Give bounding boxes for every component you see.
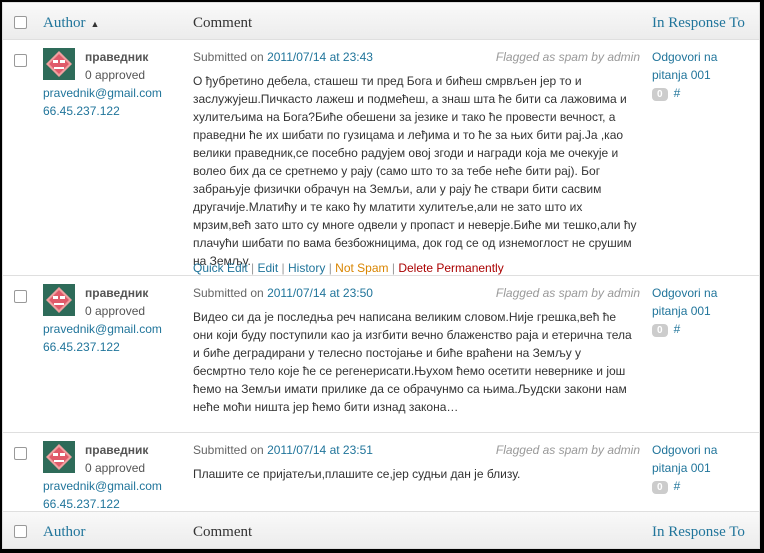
comment-author-name: праведник (85, 443, 149, 457)
approved-count: 0 approved (85, 68, 146, 82)
submitted-line: Submitted on 2011/07/14 at 23:51 (193, 443, 373, 457)
separator: | (391, 261, 395, 275)
avatar (43, 441, 75, 473)
row-checkbox[interactable] (14, 447, 27, 460)
delete-permanently-link[interactable]: Delete Permanently (398, 261, 503, 275)
history-link[interactable]: History (288, 261, 325, 275)
submitted-line: Submitted on 2011/07/14 at 23:43 (193, 50, 373, 64)
spam-flag-note: Flagged as spam by admin (495, 286, 640, 300)
permalink-hash-link[interactable]: # (674, 86, 681, 100)
permalink-hash-link[interactable]: # (674, 322, 681, 336)
comments-table: Author ▲ Comment In Response To праведник… (2, 2, 760, 549)
not-spam-link[interactable]: Not Spam (335, 261, 388, 275)
table-header: Author ▲ Comment In Response To (3, 3, 759, 40)
avatar (43, 48, 75, 80)
table-row: праведник 0 approved pravednik@gmail.com… (3, 276, 759, 433)
spam-flag-note: Flagged as spam by admin (495, 50, 640, 64)
comment-text: Видео си да је последња реч написана вел… (193, 310, 632, 414)
response-post-title-link[interactable]: Odgovori na pitanja 001 (652, 48, 752, 84)
edit-link[interactable]: Edit (258, 261, 279, 275)
spam-flag-note: Flagged as spam by admin (495, 443, 640, 457)
row-checkbox[interactable] (14, 290, 27, 303)
author-ip-link[interactable]: 66.45.237.122 (43, 497, 120, 511)
comment-date-link[interactable]: 2011/07/14 at 23:43 (267, 50, 373, 64)
approved-count: 0 approved (85, 304, 146, 318)
comment-count-bubble[interactable]: 0 (652, 481, 668, 494)
comment-date-link[interactable]: 2011/07/14 at 23:50 (267, 286, 373, 300)
comment-column-footer: Comment (193, 524, 253, 540)
sort-asc-icon: ▲ (90, 19, 100, 29)
permalink-hash-link[interactable]: # (674, 479, 681, 493)
comment-date-link[interactable]: 2011/07/14 at 23:51 (267, 443, 373, 457)
table-row: праведник 0 approved pravednik@gmail.com… (3, 433, 759, 513)
comment-column-header: Comment (193, 15, 253, 31)
author-column-label[interactable]: Author (43, 15, 86, 31)
comment-author-name: праведник (85, 50, 149, 64)
response-post-title-link[interactable]: Odgovori na pitanja 001 (652, 284, 752, 320)
author-email-link[interactable]: pravednik@gmail.com (43, 322, 162, 336)
response-post-title-link[interactable]: Odgovori na pitanja 001 (652, 441, 752, 477)
author-ip-link[interactable]: 66.45.237.122 (43, 340, 120, 354)
avatar (43, 284, 75, 316)
response-post: Odgovori na pitanja 001 0 # (652, 284, 752, 338)
response-post: Odgovori na pitanja 001 0 # (652, 48, 752, 102)
row-actions: Quick Edit | Edit | History | Not Spam |… (193, 261, 504, 275)
in-response-to-column-header[interactable]: In Response To (652, 15, 745, 32)
author-ip-link[interactable]: 66.45.237.122 (43, 104, 120, 118)
select-all-checkbox[interactable] (14, 16, 27, 29)
submitted-line: Submitted on 2011/07/14 at 23:50 (193, 286, 373, 300)
select-all-checkbox-bottom[interactable] (14, 525, 27, 538)
comment-text: Плашите се пријатељи,плашите се,јер судњ… (193, 467, 521, 481)
author-email-link[interactable]: pravednik@gmail.com (43, 479, 162, 493)
quick-edit-link[interactable]: Quick Edit (193, 261, 248, 275)
separator: | (281, 261, 285, 275)
separator: | (328, 261, 332, 275)
table-row: праведник 0 approved pravednik@gmail.com… (3, 40, 759, 276)
author-column-footer[interactable]: Author (43, 524, 86, 541)
submitted-prefix: Submitted on (193, 50, 264, 64)
table-footer: Author Comment In Response To (3, 511, 759, 548)
separator: | (251, 261, 255, 275)
in-response-to-column-footer[interactable]: In Response To (652, 524, 745, 541)
submitted-prefix: Submitted on (193, 443, 264, 457)
response-post: Odgovori na pitanja 001 0 # (652, 441, 752, 495)
author-email-link[interactable]: pravednik@gmail.com (43, 86, 162, 100)
submitted-prefix: Submitted on (193, 286, 264, 300)
comment-count-bubble[interactable]: 0 (652, 88, 668, 101)
comment-count-bubble[interactable]: 0 (652, 324, 668, 337)
author-column-header[interactable]: Author ▲ (43, 15, 99, 32)
row-checkbox[interactable] (14, 54, 27, 67)
approved-count: 0 approved (85, 461, 146, 475)
comment-author-name: праведник (85, 286, 149, 300)
comment-text: О ђубретино дебела, сташеш ти пред Бога … (193, 74, 637, 268)
